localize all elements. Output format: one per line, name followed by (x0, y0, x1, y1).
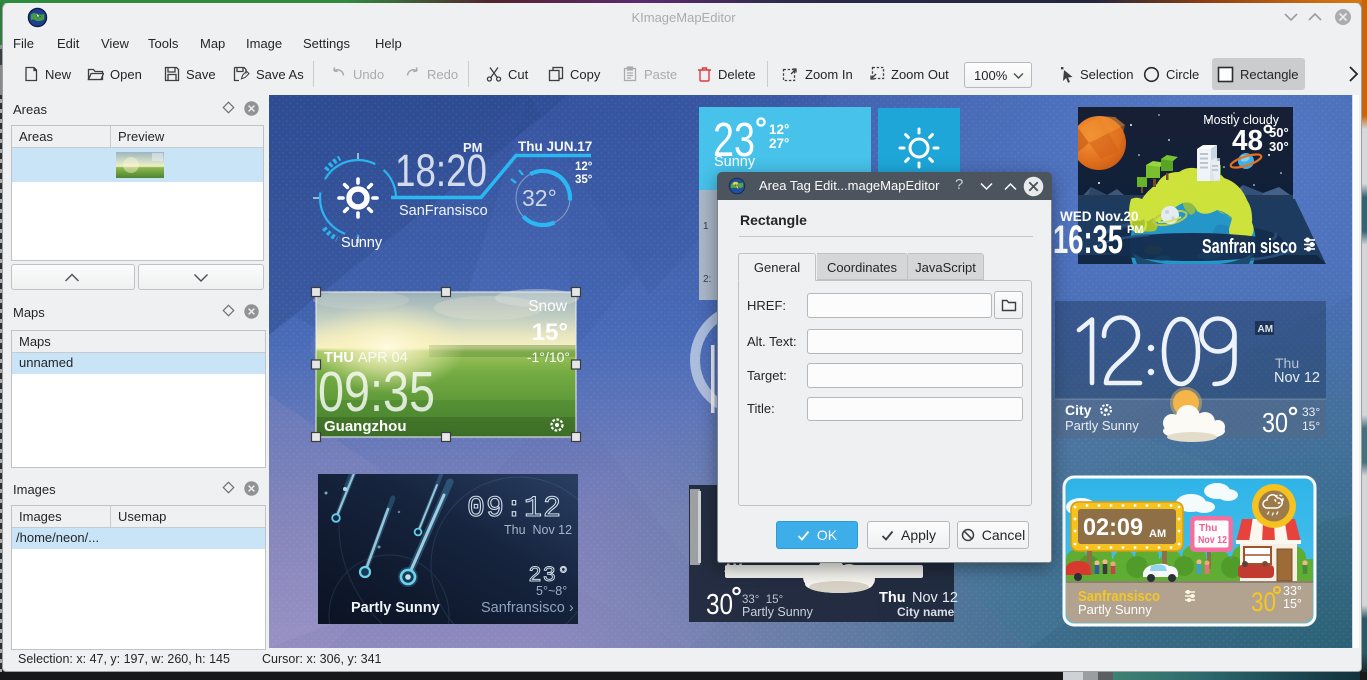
svg-text:City name: City name (897, 605, 955, 619)
svg-text:Partly Sunny: Partly Sunny (351, 600, 440, 616)
svg-text:Nov 12: Nov 12 (912, 590, 958, 606)
svg-text:33°: 33° (1283, 584, 1302, 598)
svg-text:Thu Nov 12: Thu Nov 12 (504, 523, 572, 537)
svg-text:Sunny: Sunny (714, 154, 756, 170)
svg-text:Sanfran sisco: Sanfran sisco (1202, 236, 1297, 258)
svg-text:AM: AM (1258, 324, 1274, 335)
svg-text:Partly Sunny: Partly Sunny (1078, 602, 1152, 617)
svg-text:1: 1 (703, 221, 709, 232)
svg-text:Sanfransisco ›: Sanfransisco › (481, 600, 574, 616)
svg-text:02:09: 02:09 (1083, 514, 1143, 541)
svg-text:Nov 12: Nov 12 (1274, 370, 1320, 386)
svg-text:30: 30 (1262, 407, 1288, 438)
svg-text:33°: 33° (1302, 405, 1320, 419)
svg-text:Thu: Thu (879, 590, 906, 606)
svg-text:Thu JUN.17: Thu JUN.17 (518, 139, 592, 154)
svg-text:30: 30 (706, 589, 733, 621)
svg-text:50°: 50° (1269, 125, 1289, 140)
svg-text:12°: 12° (769, 122, 789, 137)
svg-text:Partly Sunny: Partly Sunny (1065, 418, 1139, 433)
svg-text:27°: 27° (769, 136, 789, 151)
svg-text:Partly Sunny: Partly Sunny (742, 605, 814, 619)
svg-text:Snow: Snow (528, 298, 568, 315)
svg-text:15°: 15° (1302, 419, 1320, 433)
svg-text:12°: 12° (575, 161, 593, 173)
svg-text:2:: 2: (703, 274, 711, 285)
svg-text:City: City (1065, 402, 1092, 418)
svg-text:PM: PM (1127, 224, 1144, 236)
svg-text:15°: 15° (532, 319, 568, 346)
svg-text:PM: PM (463, 140, 483, 155)
svg-text:32°: 32° (522, 185, 557, 211)
svg-text:30°: 30° (1269, 139, 1289, 154)
svg-text:AM: AM (1149, 528, 1166, 540)
svg-text:Thu: Thu (1199, 523, 1217, 534)
svg-text:35°: 35° (575, 174, 593, 186)
svg-text:30: 30 (1251, 587, 1276, 617)
svg-text:16:35: 16:35 (1053, 218, 1123, 262)
svg-text:Nov 12: Nov 12 (1198, 535, 1227, 546)
svg-text:Sunny: Sunny (341, 235, 383, 251)
svg-text:Thu: Thu (1275, 355, 1299, 371)
svg-text:5°~8°: 5°~8° (536, 584, 567, 598)
svg-text:09:35: 09:35 (318, 360, 435, 424)
svg-text:15°: 15° (1283, 597, 1302, 611)
svg-text:09:12: 09:12 (467, 492, 562, 526)
svg-text:SanFransisco: SanFransisco (399, 203, 488, 219)
svg-text:48: 48 (1232, 125, 1263, 157)
svg-text:-1°/10°: -1°/10° (527, 349, 570, 365)
svg-text:Guangzhou: Guangzhou (324, 418, 407, 435)
